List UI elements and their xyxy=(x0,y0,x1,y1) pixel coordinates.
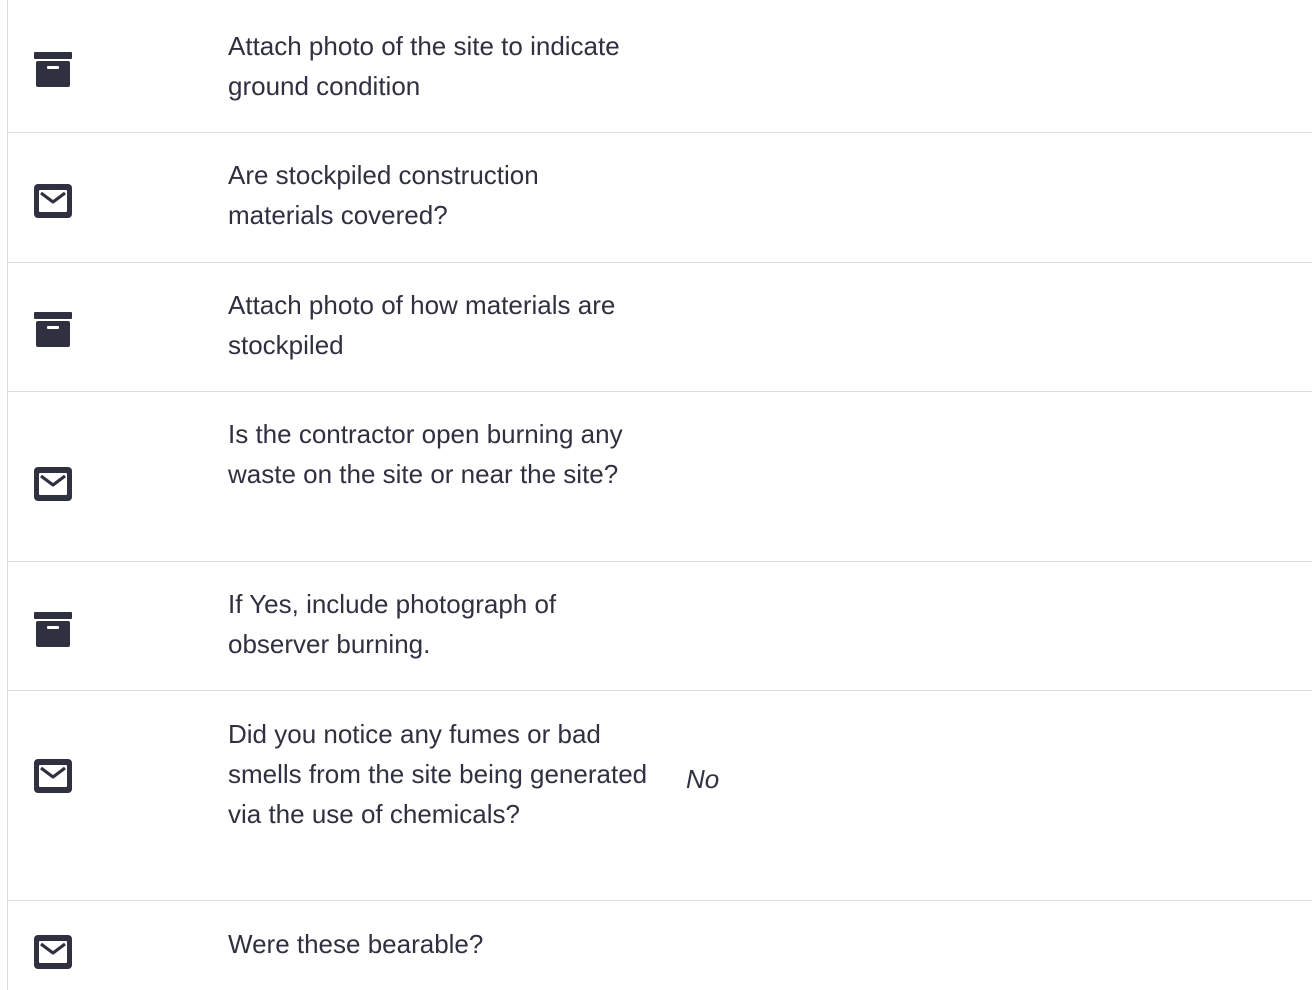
list-item: Did you notice any fumes or bad smells f… xyxy=(8,691,1312,901)
envelope-icon xyxy=(33,464,73,504)
envelope-icon xyxy=(33,181,73,221)
list-item: Were these bearable? xyxy=(8,901,1312,990)
list-item: If Yes, include photograph of observer b… xyxy=(8,562,1312,691)
answer-text: No xyxy=(686,764,720,794)
envelope-icon xyxy=(33,756,73,796)
question-text: Attach photo of the site to indicate gro… xyxy=(228,31,620,101)
list-item: Attach photo of how materials are stockp… xyxy=(8,263,1312,392)
archive-icon xyxy=(33,310,73,350)
archive-icon xyxy=(33,610,73,650)
list-item: Is the contractor open burning any waste… xyxy=(8,392,1312,562)
question-text: Are stockpiled construction materials co… xyxy=(228,160,539,230)
envelope-icon xyxy=(33,932,73,972)
list-item: Attach photo of the site to indicate gro… xyxy=(8,0,1312,133)
archive-icon xyxy=(33,50,73,90)
list-item: Are stockpiled construction materials co… xyxy=(8,133,1312,263)
question-text: Is the contractor open burning any waste… xyxy=(228,419,623,489)
checklist: Attach photo of the site to indicate gro… xyxy=(7,0,1312,990)
question-text: If Yes, include photograph of observer b… xyxy=(228,589,557,659)
question-text: Were these bearable? xyxy=(228,929,484,959)
question-text: Did you notice any fumes or bad smells f… xyxy=(228,719,648,829)
question-text: Attach photo of how materials are stockp… xyxy=(228,290,616,360)
